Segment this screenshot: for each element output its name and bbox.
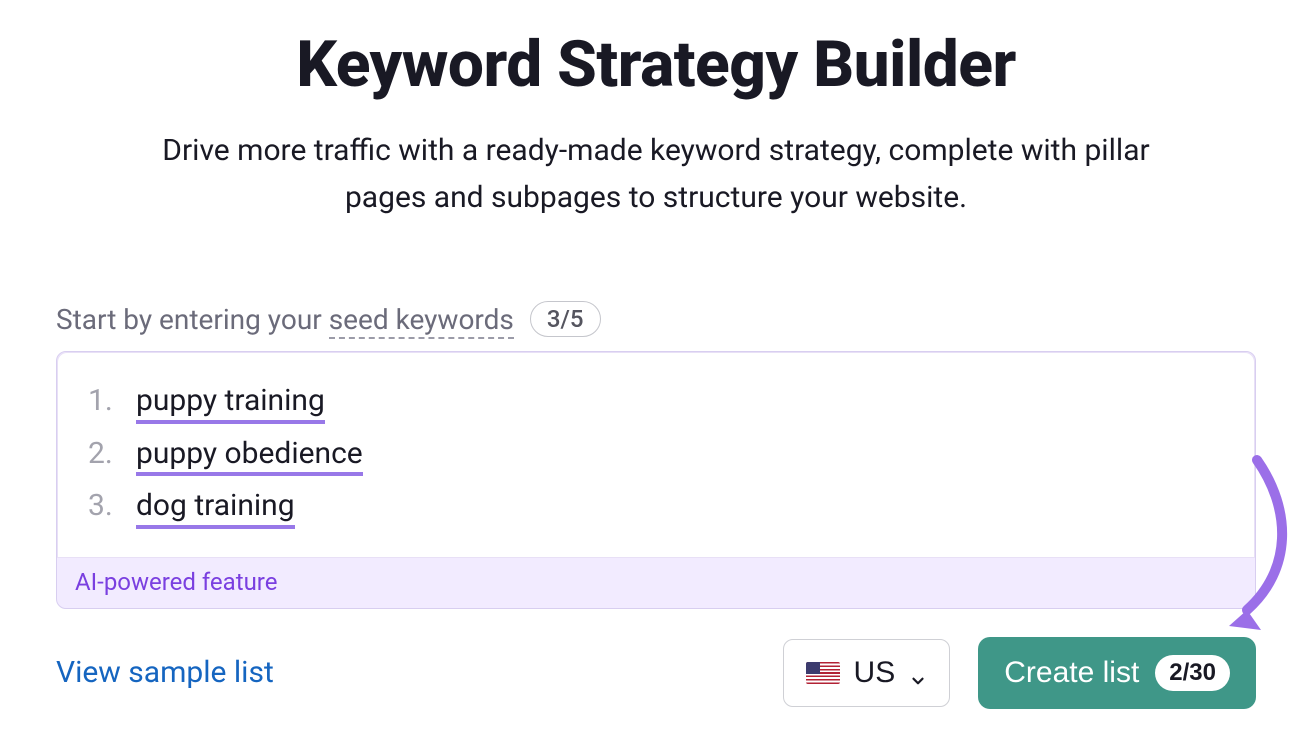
- keyword-text[interactable]: dog training: [136, 487, 295, 529]
- create-list-label: Create list: [1004, 656, 1139, 690]
- page-subtitle: Drive more traffic with a ready-made key…: [136, 128, 1176, 221]
- keyword-number: 2.: [88, 430, 116, 478]
- seed-prompt-prefix: Start by entering your: [56, 303, 329, 336]
- country-code: US: [854, 656, 896, 690]
- keyword-text[interactable]: puppy obedience: [136, 435, 363, 477]
- keyword-number: 1.: [88, 377, 116, 425]
- seed-prompt-row: Start by entering your seed keywords 3/5: [56, 301, 1256, 337]
- view-sample-link[interactable]: View sample list: [56, 655, 274, 690]
- page-title: Keyword Strategy Builder: [56, 30, 1256, 100]
- keyword-text[interactable]: puppy training: [136, 382, 325, 424]
- list-item: 3. dog training: [88, 482, 1224, 535]
- keyword-list: 1. puppy training 2. puppy obedience 3. …: [88, 377, 1224, 535]
- chevron-down-icon: [909, 664, 927, 682]
- us-flag-icon: [806, 662, 840, 684]
- actions-row: View sample list US Create list 2/30: [56, 637, 1256, 709]
- seed-count-pill: 3/5: [530, 301, 601, 337]
- create-list-count: 2/30: [1155, 655, 1230, 691]
- keyword-number: 3.: [88, 482, 116, 530]
- keyword-input[interactable]: 1. puppy training 2. puppy obedience 3. …: [57, 352, 1255, 558]
- list-item: 1. puppy training: [88, 377, 1224, 430]
- seed-keywords-term: seed keywords: [329, 303, 514, 339]
- ai-feature-label: AI-powered feature: [57, 558, 1255, 608]
- keyword-input-wrap: 1. puppy training 2. puppy obedience 3. …: [56, 351, 1256, 609]
- create-list-button[interactable]: Create list 2/30: [978, 637, 1256, 709]
- right-actions: US Create list 2/30: [783, 637, 1256, 709]
- list-item: 2. puppy obedience: [88, 430, 1224, 483]
- country-select[interactable]: US: [783, 639, 951, 707]
- seed-prompt-text: Start by entering your seed keywords: [56, 303, 514, 336]
